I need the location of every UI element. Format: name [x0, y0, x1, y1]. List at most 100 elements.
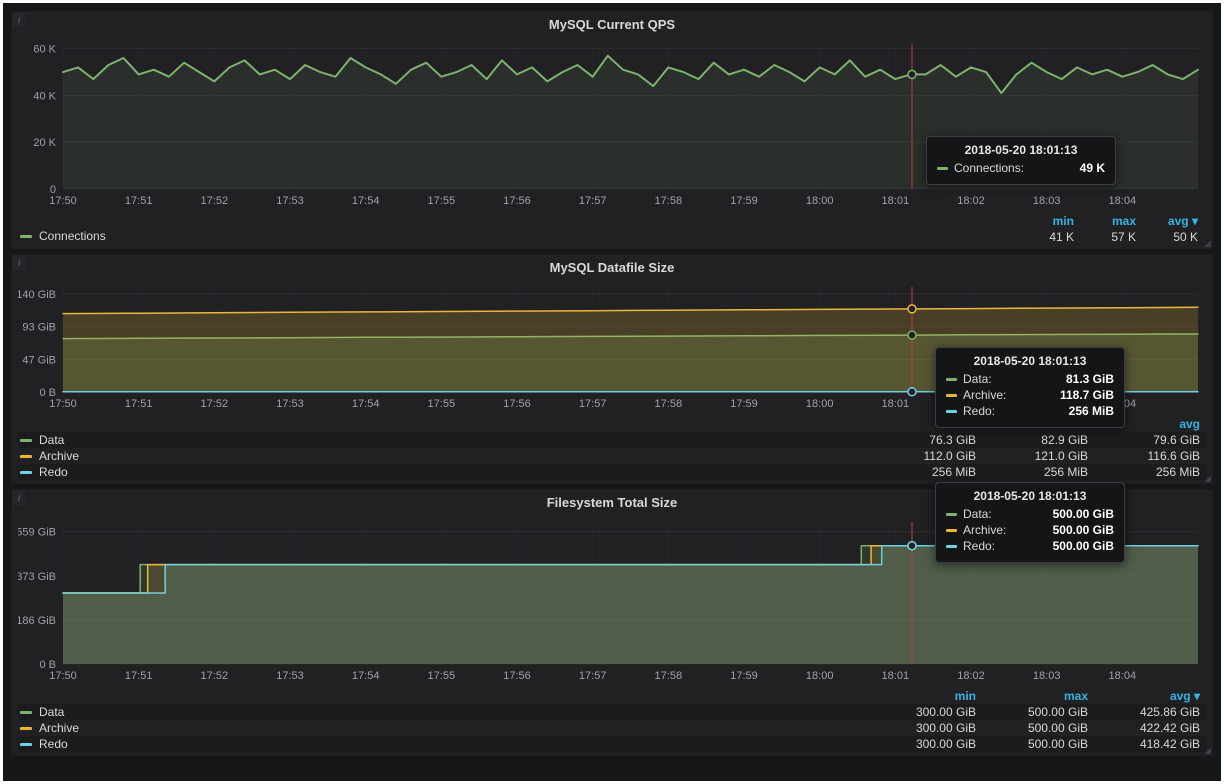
panel-info-icon[interactable]: i: [13, 13, 25, 27]
panel-info-icon[interactable]: i: [13, 256, 25, 270]
svg-text:17:56: 17:56: [503, 398, 531, 410]
legend-row: Archive300.00 GiB500.00 GiB422.42 GiB: [18, 720, 1206, 736]
svg-text:17:51: 17:51: [125, 670, 153, 682]
svg-text:18:01: 18:01: [882, 398, 910, 410]
legend-series-toggle[interactable]: Data: [18, 704, 870, 720]
svg-text:0: 0: [50, 184, 56, 196]
legend-stat-value: 500.00 GiB: [982, 704, 1094, 720]
legend-stat-value: 41 K: [1018, 229, 1080, 245]
legend-series-name: Redo: [39, 737, 68, 751]
legend-row: Redo300.00 GiB500.00 GiB418.42 GiB: [18, 736, 1206, 752]
tooltip-series-label: Archive:: [963, 523, 1006, 537]
legend-stat-value: 300.00 GiB: [870, 720, 982, 736]
series-color-icon: [946, 513, 957, 516]
legend-stat-header-avg[interactable]: avg ▾: [1094, 688, 1206, 704]
legend-series-toggle[interactable]: Connections: [20, 227, 106, 245]
legend-series-toggle[interactable]: Archive: [18, 720, 870, 736]
svg-text:17:53: 17:53: [276, 195, 304, 207]
svg-text:18:01: 18:01: [882, 670, 910, 682]
panel-resize-handle[interactable]: ◢: [1204, 746, 1211, 755]
legend-stats: minmaxavg ▾41 K57 K50 K: [1018, 213, 1204, 245]
svg-text:17:59: 17:59: [730, 195, 758, 207]
svg-text:17:58: 17:58: [655, 398, 683, 410]
tooltip-series-label: Data:: [963, 372, 992, 386]
tooltip-series-row: Archive:118.7 GiB: [946, 388, 1114, 402]
svg-text:17:56: 17:56: [503, 195, 531, 207]
svg-text:60 K: 60 K: [33, 44, 56, 56]
series-color-icon: [20, 711, 32, 714]
panel-resize-handle[interactable]: ◢: [1204, 474, 1211, 483]
legend-stat-value: 116.6 GiB: [1094, 448, 1206, 464]
legend-stat-value: 79.6 GiB: [1094, 432, 1206, 448]
tooltip-series-label: Connections:: [954, 161, 1024, 175]
legend-series-toggle[interactable]: Data: [18, 432, 870, 448]
svg-text:17:54: 17:54: [352, 398, 380, 410]
tooltip-series-row: Archive: 500.00 GiB: [946, 523, 1114, 537]
tooltip-series-label: Redo:: [963, 539, 995, 553]
legend-stat-header-max[interactable]: max: [1080, 213, 1142, 229]
series-color-icon: [20, 235, 32, 238]
graph-tooltip: 2018-05-20 18:01:13 Connections:49 K: [926, 136, 1116, 185]
legend-series-toggle[interactable]: Redo: [18, 464, 870, 480]
legend-stat-value: 121.0 GiB: [982, 448, 1094, 464]
legend-stat-value: 256 MiB: [1094, 464, 1206, 480]
series-color-icon: [20, 471, 32, 474]
svg-text:18:01: 18:01: [882, 195, 910, 207]
legend-series-name: Data: [39, 705, 64, 719]
legend-stat-value: 418.42 GiB: [1094, 736, 1206, 752]
series-color-icon: [946, 410, 957, 413]
tooltip-series-label: Data:: [963, 507, 992, 521]
tooltip-series-row: Redo: 500.00 GiB: [946, 539, 1114, 553]
legend-stat-header-min[interactable]: min: [1018, 213, 1080, 229]
legend-stat-value: 425.86 GiB: [1094, 704, 1206, 720]
svg-text:0 B: 0 B: [39, 659, 56, 671]
series-color-icon: [937, 167, 948, 170]
tooltip-series-value: 118.7 GiB: [1046, 388, 1114, 402]
legend-row: Data76.3 GiB82.9 GiB79.6 GiB: [18, 432, 1206, 448]
tooltip-series-value: 500.00 GiB: [1039, 523, 1114, 537]
series-color-icon: [20, 727, 32, 730]
legend-stat-value: 112.0 GiB: [870, 448, 982, 464]
svg-text:186 GiB: 186 GiB: [18, 615, 56, 627]
tooltip-series-value: 500.00 GiB: [1039, 539, 1114, 553]
svg-text:18:04: 18:04: [1109, 670, 1137, 682]
tooltip-timestamp: 2018-05-20 18:01:13: [937, 143, 1105, 157]
panel-resize-handle[interactable]: ◢: [1204, 239, 1211, 248]
series-color-icon: [946, 545, 957, 548]
svg-text:17:59: 17:59: [730, 398, 758, 410]
svg-text:17:52: 17:52: [201, 670, 229, 682]
legend-series-toggle[interactable]: Redo: [18, 736, 870, 752]
svg-text:93 GiB: 93 GiB: [22, 322, 56, 334]
legend-stat-value: 256 MiB: [870, 464, 982, 480]
legend-series-toggle[interactable]: Archive: [18, 448, 870, 464]
legend-stat-header-min[interactable]: min: [870, 688, 982, 704]
series-color-icon: [946, 394, 957, 397]
legend-stat-value: 500.00 GiB: [982, 720, 1094, 736]
legend-series-name: Connections: [39, 229, 106, 243]
panel-mysql-current-qps: i MySQL Current QPS 17:5017:5117:5217:53…: [11, 11, 1213, 249]
svg-text:18:04: 18:04: [1109, 195, 1137, 207]
legend-row: Data300.00 GiB500.00 GiB425.86 GiB: [18, 704, 1206, 720]
tooltip-series-row: Connections:49 K: [937, 161, 1105, 175]
legend-stat-header-max[interactable]: max: [982, 688, 1094, 704]
series-color-icon: [20, 743, 32, 746]
svg-text:17:55: 17:55: [428, 670, 456, 682]
series-color-icon: [946, 378, 957, 381]
legend-series-name: Data: [39, 433, 64, 447]
tooltip-series-label: Redo:: [963, 404, 995, 418]
graph-tooltip: 2018-05-20 18:01:13Data:81.3 GiBArchive:…: [935, 347, 1125, 428]
panel-title[interactable]: MySQL Current QPS: [18, 12, 1206, 36]
panel-title[interactable]: MySQL Datafile Size: [18, 255, 1206, 279]
panel-info-icon[interactable]: i: [13, 491, 25, 505]
svg-text:20 K: 20 K: [33, 137, 56, 149]
svg-text:17:53: 17:53: [276, 670, 304, 682]
legend-series-name: Archive: [39, 449, 79, 463]
legend-stat-value: 76.3 GiB: [870, 432, 982, 448]
tooltip-timestamp: 2018-05-20 18:01:13: [946, 489, 1114, 503]
grafana-dashboard: i MySQL Current QPS 17:5017:5117:5217:53…: [3, 3, 1221, 781]
tooltip-series-value: 81.3 GiB: [1052, 372, 1114, 386]
svg-text:47 GiB: 47 GiB: [22, 354, 56, 366]
series-color-icon: [20, 455, 32, 458]
svg-text:17:52: 17:52: [201, 398, 229, 410]
legend-stat-header-avg[interactable]: avg ▾: [1142, 213, 1204, 229]
